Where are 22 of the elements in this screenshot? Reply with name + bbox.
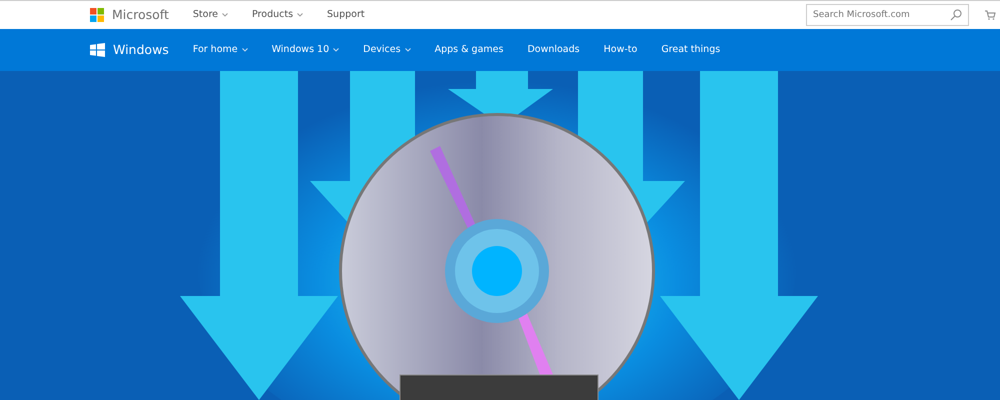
nav-link[interactable]: For home [192,42,248,58]
nav-link[interactable]: Store [192,8,228,22]
nav-link[interactable]: Apps & games [434,42,504,58]
brand-name: Microsoft [112,6,169,24]
nav-link[interactable]: Support [327,8,365,22]
caret-icon [404,48,411,52]
brand-name: Windows [113,40,169,59]
nav-link[interactable]: Windows 10 [272,42,340,58]
search-field[interactable]: Search Microsoft.com [806,4,969,26]
caret-icon [222,13,228,17]
nav-link[interactable]: Downloads [527,42,580,58]
caret-icon [333,48,340,52]
nav-link[interactable]: Devices [363,42,411,58]
logo-icon [90,8,104,22]
caret-icon [297,13,304,17]
nav-link[interactable]: Great things [661,42,720,58]
caret-icon [242,48,248,52]
search-icon[interactable] [950,9,962,21]
nav-link[interactable]: Products [252,8,304,22]
cart-icon[interactable] [985,10,996,20]
nav-link[interactable]: How-to [604,42,638,58]
windows-logo-icon [90,43,105,57]
